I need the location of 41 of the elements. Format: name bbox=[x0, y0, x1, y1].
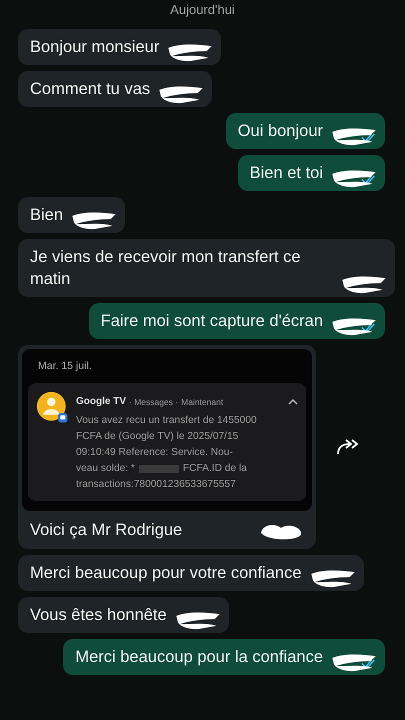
double-check-icon bbox=[361, 658, 377, 669]
message-text: Bien et toi bbox=[250, 164, 323, 182]
message-text: Oui bonjour bbox=[238, 122, 323, 140]
notification-text: Vous avez recu un transfert de 1455000 bbox=[76, 414, 257, 428]
message-text: Vous êtes honnête bbox=[30, 606, 167, 624]
notification-text: veau solde: * bbox=[76, 462, 135, 476]
message-bubble[interactable]: Bonjour monsieur bbox=[18, 29, 222, 65]
screenshot-date: Mar. 15 juil. bbox=[37, 359, 93, 374]
message-text: Merci beaucoup pour la confiance bbox=[75, 648, 323, 666]
notification-text: FCFA.ID de la bbox=[182, 462, 247, 476]
avatar-icon bbox=[36, 391, 70, 425]
message-text: Bonjour monsieur bbox=[30, 38, 160, 56]
message-bubble[interactable]: Faire moi sont capture d'écran bbox=[88, 303, 385, 339]
message-bubble[interactable]: Je viens de recevoir mon transfert ce matin bbox=[18, 239, 395, 297]
notification-source: · Messages · bbox=[129, 396, 178, 409]
notification-time: Maintenant bbox=[181, 396, 224, 409]
message-bubble[interactable]: Vous êtes honnête bbox=[18, 597, 229, 633]
notification-text: FCFA de (Google TV) le 2025/07/15 bbox=[76, 430, 238, 444]
message-bubble[interactable]: Merci beaucoup pour votre confiance bbox=[18, 555, 364, 591]
double-check-icon bbox=[361, 174, 377, 185]
message-text: Faire moi sont capture d'écran bbox=[100, 312, 323, 330]
notification-text: 09:10:49 Reference: Service. Nou- bbox=[76, 446, 233, 460]
message-text: Je viens de recevoir mon transfert ce matin bbox=[30, 248, 301, 288]
notification-text: transactions:780001236533675557 bbox=[76, 478, 236, 492]
forward-icon[interactable] bbox=[336, 438, 360, 456]
message-bubble[interactable]: Merci beaucoup pour la confiance bbox=[63, 639, 385, 675]
message-text: Voici ça Mr Rodrigue bbox=[30, 521, 182, 539]
double-check-icon bbox=[361, 322, 377, 333]
message-bubble[interactable]: Oui bonjour bbox=[226, 113, 385, 149]
image-message[interactable] bbox=[18, 345, 316, 549]
message-text: Comment tu vas bbox=[30, 80, 150, 98]
message-text: Merci beaucoup pour votre confiance bbox=[30, 564, 302, 582]
message-bubble[interactable]: Bien et toi bbox=[238, 155, 385, 191]
app-name: Google TV bbox=[76, 395, 126, 409]
message-bubble[interactable]: Bien bbox=[18, 197, 126, 233]
date-label: Aujourd'hui bbox=[170, 2, 235, 17]
caret-icon bbox=[288, 399, 298, 405]
message-bubble[interactable]: Comment tu vas bbox=[18, 71, 212, 107]
message-text: Bien bbox=[30, 206, 64, 224]
redaction-block bbox=[138, 465, 179, 473]
double-check-icon bbox=[361, 132, 377, 143]
